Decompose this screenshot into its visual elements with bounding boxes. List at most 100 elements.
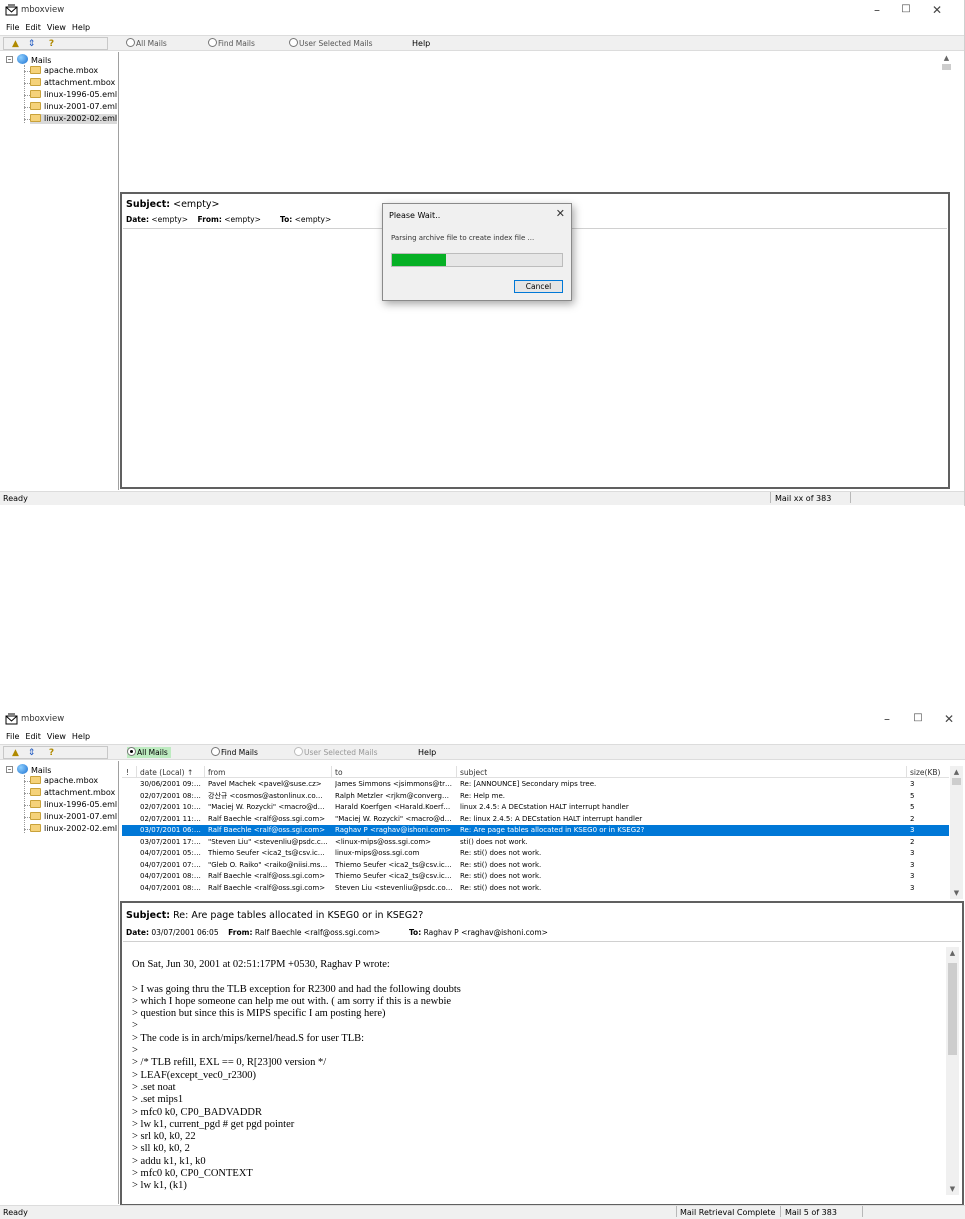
status-ready: Ready: [3, 494, 28, 503]
tree-item-attachment-mbox[interactable]: attachment.mbox: [30, 78, 115, 88]
scroll-thumb[interactable]: [948, 963, 957, 1055]
cell-from: Thiemo Seufer <ica2_ts@csv.ica.u...: [208, 849, 328, 857]
collapse-toggle[interactable]: –: [6, 766, 13, 773]
menu-file[interactable]: File: [6, 731, 19, 743]
subject-line: Subject: Re: Are page tables allocated i…: [126, 910, 424, 921]
tree-item-apache-mbox[interactable]: apache.mbox: [30, 66, 98, 76]
list-scrollbar[interactable]: ▲ ▼: [950, 766, 963, 899]
mail-body-pane: On Sat, Jun 30, 2001 at 02:51:17PM +0530…: [123, 943, 961, 1204]
cell-size: 5: [910, 791, 915, 800]
sort-arrows-icon[interactable]: ⇕: [26, 39, 37, 50]
list-scrollbar[interactable]: ▲: [940, 52, 953, 190]
tree-item-linux-2001-07[interactable]: linux-2001-07.eml: [30, 102, 117, 112]
tree-item-linux-2002-02[interactable]: linux-2002-02.eml: [30, 114, 118, 124]
radio-user-selected[interactable]: User Selected Mails: [294, 747, 378, 758]
scroll-thumb: [942, 64, 951, 70]
menu-bar: File Edit View Help: [0, 22, 964, 34]
scroll-up-icon[interactable]: ▲: [950, 766, 963, 778]
radio-all-mails[interactable]: All Mails: [127, 747, 171, 758]
mail-list-pane: ▲: [120, 52, 955, 190]
open-folder-icon[interactable]: ▲: [10, 39, 21, 50]
table-row[interactable]: 02/07/2001 08:47 강산규 <cosmos@astonlinux.c…: [122, 791, 949, 802]
folder-tree: – Mails apache.mbox attachment.mbox linu…: [0, 761, 119, 1204]
scroll-up-icon[interactable]: ▲: [946, 947, 959, 959]
table-row[interactable]: 04/07/2001 08:26 Ralf Baechle <ralf@oss.s…: [122, 871, 949, 882]
cell-from: Ralf Baechle <ralf@oss.sgi.com>: [208, 872, 326, 880]
menu-bar: File Edit View Help: [0, 731, 965, 743]
menu-view[interactable]: View: [47, 22, 66, 34]
radio-all-mails[interactable]: All Mails: [126, 38, 167, 49]
cell-subject: Re: sti() does not work.: [460, 860, 542, 869]
table-row[interactable]: 30/06/2001 09:57 Pavel Machek <pavel@suse…: [122, 779, 949, 790]
dialog-close-icon[interactable]: ✕: [556, 207, 565, 220]
cell-date: 02/07/2001 10:06: [140, 803, 202, 811]
cell-size: 5: [910, 803, 915, 811]
table-row[interactable]: 04/07/2001 07:23 "Gleb O. Raiko" <raiko@n…: [122, 860, 949, 871]
menu-file[interactable]: File: [6, 22, 19, 34]
menu-edit[interactable]: Edit: [25, 731, 41, 743]
table-row[interactable]: 02/07/2001 11:05 Ralf Baechle <ralf@oss.s…: [122, 814, 949, 825]
sort-arrows-icon[interactable]: ⇕: [26, 748, 37, 759]
folder-icon: [30, 812, 41, 820]
maximize-icon[interactable]: □: [903, 712, 933, 723]
cell-size: 3: [910, 872, 915, 880]
menu-help[interactable]: Help: [72, 731, 90, 743]
cell-subject: Re: sti() does not work.: [460, 872, 542, 880]
mail-list-header: ! date (Local) ↑ from to subject size(KB…: [122, 766, 949, 778]
minimize-icon[interactable]: –: [862, 3, 892, 17]
help-link[interactable]: Help: [412, 38, 430, 49]
table-row[interactable]: 03/07/2001 06:05 Ralf Baechle <ralf@oss.s…: [122, 825, 949, 836]
window-title: mboxview: [21, 714, 65, 724]
col-size[interactable]: size(KB): [910, 768, 940, 777]
tree-item-attachment-mbox[interactable]: attachment.mbox: [30, 788, 115, 798]
close-icon[interactable]: ✕: [934, 712, 964, 726]
help-link[interactable]: Help: [418, 747, 436, 758]
open-folder-icon[interactable]: ▲: [10, 748, 21, 759]
cell-date: 03/07/2001 17:48: [140, 837, 202, 846]
scroll-down-icon[interactable]: ▼: [946, 1183, 959, 1195]
cell-size: 2: [910, 814, 915, 823]
col-flag[interactable]: !: [126, 768, 129, 777]
table-row[interactable]: 03/07/2001 17:48 "Steven Liu" <stevenliu@…: [122, 837, 949, 848]
table-row[interactable]: 02/07/2001 10:06 "Maciej W. Rozycki" <mac…: [122, 802, 949, 813]
cell-size: 2: [910, 837, 915, 846]
window-parsing: mboxview – □ ✕ File Edit View Help ▲ ⇕ ? Al…: [0, 0, 965, 506]
col-subject[interactable]: subject: [460, 768, 487, 777]
tree-root-mails[interactable]: Mails: [17, 54, 51, 66]
title-bar: mboxview – □ ✕: [0, 0, 964, 22]
tree-item-linux-2001-07[interactable]: linux-2001-07.eml: [30, 812, 117, 822]
scroll-thumb[interactable]: [952, 778, 961, 785]
minimize-icon[interactable]: –: [872, 712, 902, 726]
cell-date: 04/07/2001 08:26: [140, 872, 202, 880]
collapse-toggle[interactable]: –: [6, 56, 13, 63]
tree-item-linux-1996-05[interactable]: linux-1996-05.eml: [30, 90, 117, 100]
radio-find-mails[interactable]: Find Mails: [211, 747, 258, 758]
menu-help[interactable]: Help: [72, 22, 90, 34]
radio-user-selected[interactable]: User Selected Mails: [289, 38, 373, 49]
tree-item-linux-1996-05[interactable]: linux-1996-05.eml: [30, 800, 117, 810]
menu-view[interactable]: View: [47, 731, 66, 743]
col-to[interactable]: to: [335, 768, 343, 777]
radio-find-mails[interactable]: Find Mails: [208, 38, 255, 49]
tree-root-mails[interactable]: Mails: [17, 764, 51, 776]
col-from[interactable]: from: [208, 768, 225, 777]
close-icon[interactable]: ✕: [922, 3, 952, 17]
cancel-button[interactable]: Cancel: [514, 280, 563, 293]
scroll-down-icon[interactable]: ▼: [950, 887, 963, 899]
col-date[interactable]: date (Local) ↑: [140, 768, 193, 777]
cell-date: 02/07/2001 08:47: [140, 791, 202, 800]
cell-size: 3: [910, 780, 915, 788]
tree-item-apache-mbox[interactable]: apache.mbox: [30, 776, 98, 786]
header-meta: Date: 03/07/2001 06:05 From: Ralf Baechl…: [126, 928, 548, 937]
table-row[interactable]: 04/07/2001 08:29 Ralf Baechle <ralf@oss.s…: [122, 883, 949, 894]
cell-date: 30/06/2001 09:57: [140, 780, 202, 788]
table-row[interactable]: 04/07/2001 05:23 Thiemo Seufer <ica2_ts@c…: [122, 848, 949, 859]
help-icon[interactable]: ?: [46, 39, 57, 50]
tree-item-linux-2002-02[interactable]: linux-2002-02.eml: [30, 824, 117, 834]
cell-to: linux-mips@oss.sgi.com: [335, 849, 420, 857]
scroll-up-icon[interactable]: ▲: [940, 52, 953, 64]
maximize-icon[interactable]: □: [891, 3, 921, 14]
help-icon[interactable]: ?: [46, 748, 57, 759]
body-scrollbar[interactable]: ▲ ▼: [946, 947, 959, 1195]
menu-edit[interactable]: Edit: [25, 22, 41, 34]
